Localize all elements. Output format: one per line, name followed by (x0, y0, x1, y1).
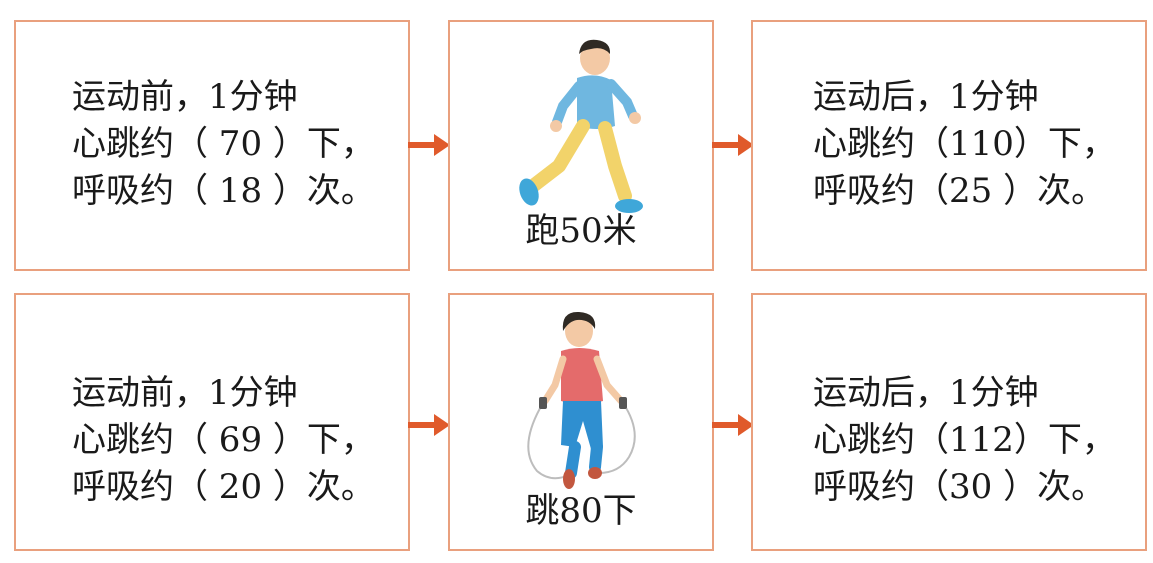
row1-after-breathing: 呼吸约（25 ）次。 (813, 171, 1106, 211)
row2-after-text: 运动后，1分钟 心跳约（112）下， 呼吸约（30 ）次。 (813, 370, 1116, 511)
row1-after-line1: 运动后，1分钟 (813, 77, 1039, 117)
row2-before-breathing: 呼吸约（ 20 ）次。 (72, 467, 375, 507)
row2-after-box: 运动后，1分钟 心跳约（112）下， 呼吸约（30 ）次。 (751, 293, 1147, 551)
row2-arrow-2 (712, 414, 754, 436)
row2-after-line1: 运动后，1分钟 (813, 373, 1039, 413)
row1-after-box: 运动后，1分钟 心跳约（110）下， 呼吸约（25 ）次。 (751, 20, 1147, 271)
row1-arrow-2 (712, 134, 754, 156)
row1-before-text: 运动前，1分钟 心跳约（ 70 ）下， 呼吸约（ 18 ）次。 (72, 74, 375, 215)
row2-before-box: 运动前，1分钟 心跳约（ 69 ）下， 呼吸约（ 20 ）次。 (14, 293, 410, 551)
activity-label-jump: 跳80下 (525, 491, 637, 531)
row1-before-line1: 运动前，1分钟 (72, 77, 298, 117)
row1-arrow-1 (408, 134, 450, 156)
jump-rope-child-icon (527, 311, 636, 489)
activity-label-run: 跑50米 (525, 211, 637, 251)
row2-before-heartbeat: 心跳约（ 69 ）下， (72, 420, 375, 460)
row2-before-text: 运动前，1分钟 心跳约（ 69 ）下， 呼吸约（ 20 ）次。 (72, 370, 375, 511)
row1-before-box: 运动前，1分钟 心跳约（ 70 ）下， 呼吸约（ 18 ）次。 (14, 20, 410, 271)
running-child-icon (519, 39, 643, 213)
row1-after-heartbeat: 心跳约（110）下， (813, 124, 1116, 164)
row2-after-breathing: 呼吸约（30 ）次。 (813, 467, 1106, 507)
row2-after-heartbeat: 心跳约（112）下， (813, 420, 1116, 460)
row2-activity-box: 跳80下 (448, 293, 714, 551)
row1-before-breathing: 呼吸约（ 18 ）次。 (72, 171, 375, 211)
row1-activity-box: 跑50米 (448, 20, 714, 271)
row2-arrow-1 (408, 414, 450, 436)
row1-after-text: 运动后，1分钟 心跳约（110）下， 呼吸约（25 ）次。 (813, 74, 1116, 215)
row2-before-line1: 运动前，1分钟 (72, 373, 298, 413)
row1-before-heartbeat: 心跳约（ 70 ）下， (72, 124, 375, 164)
